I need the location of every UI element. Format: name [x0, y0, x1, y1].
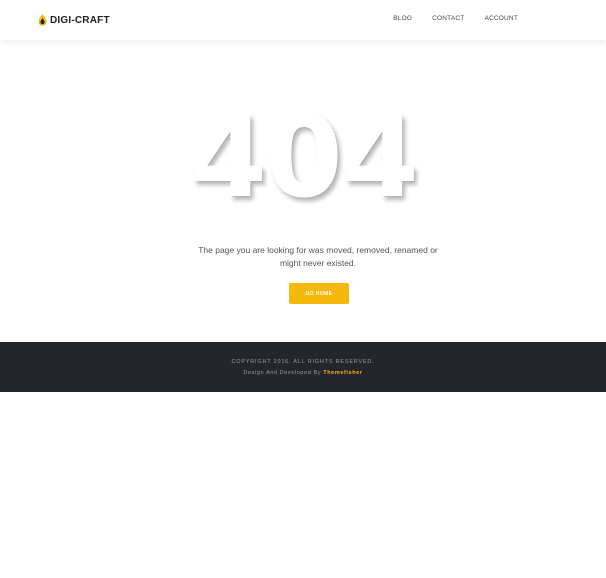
footer: COPYRIGHT 2016. ALL RIGHTS RESERVED. Des…	[0, 342, 606, 392]
credit-text: Design And Developed By Themefisher	[0, 370, 606, 376]
error-message-line-1: The page you are looking for was moved, …	[198, 245, 438, 255]
logo-text: DIGI-CRAFT	[50, 14, 110, 26]
error-message: The page you are looking for was moved, …	[195, 244, 441, 270]
error-code-heading: 404	[189, 93, 419, 223]
error-section: 404 The page you are looking for was mov…	[0, 40, 606, 342]
go-home-button[interactable]: GO HOME	[289, 283, 349, 304]
logo[interactable]: DIGI-CRAFT	[38, 13, 110, 27]
copyright-text: COPYRIGHT 2016. ALL RIGHTS RESERVED.	[231, 359, 375, 365]
error-message-line-2: might never existed.	[279, 258, 357, 268]
nav-link-contact[interactable]: CONTACT	[432, 15, 464, 22]
credit-link[interactable]: Themefisher	[323, 370, 362, 376]
flame-drop-icon	[38, 14, 47, 26]
main-nav: BLOG CONTACT ACCOUNT	[393, 15, 518, 22]
credit-prefix: Design And Developed By	[243, 370, 322, 376]
nav-link-account[interactable]: ACCOUNT	[484, 15, 518, 22]
navbar: DIGI-CRAFT BLOG CONTACT ACCOUNT	[0, 0, 606, 40]
nav-link-blog[interactable]: BLOG	[393, 15, 412, 22]
